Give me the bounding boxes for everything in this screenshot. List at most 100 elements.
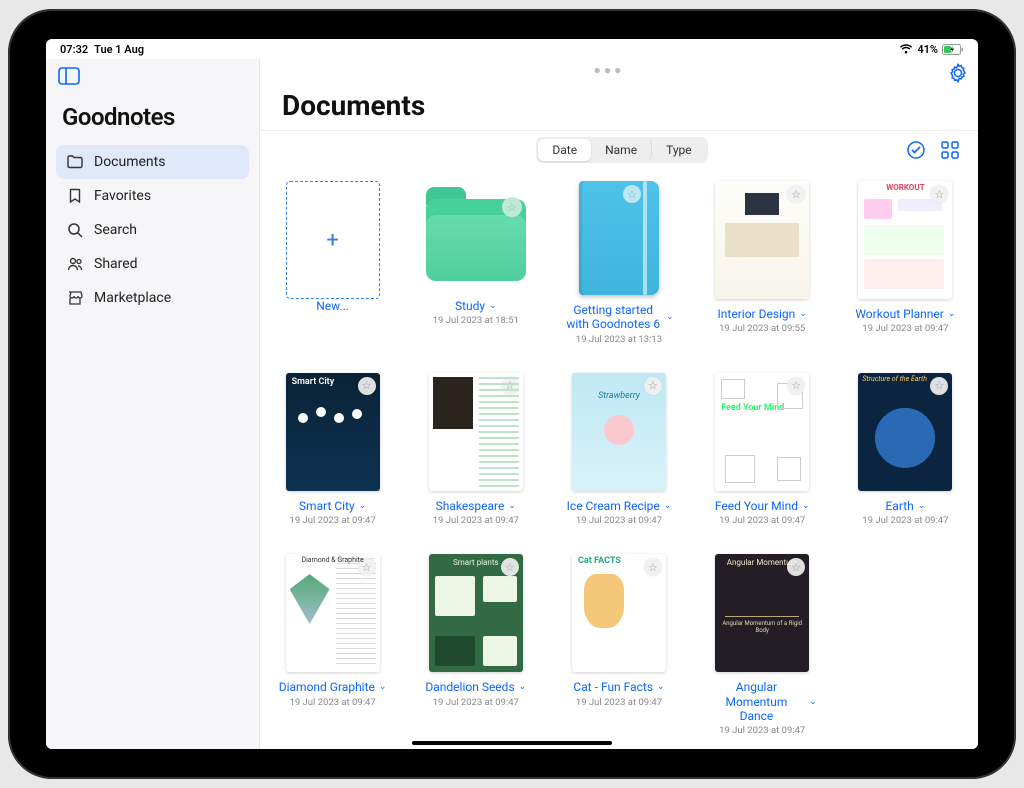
chevron-down-icon[interactable]: ⌄ [666,312,674,322]
document-title: Dandelion Seeds [425,680,514,694]
document-item[interactable]: ☆Cat - Fun Facts⌄19 Jul 2023 at 09:47 [564,554,673,736]
star-icon[interactable]: ☆ [787,377,805,395]
document-item[interactable]: ☆ Diamond Graphite ⌄19 Jul 2023 at 09:47 [278,554,387,736]
status-date: Tue 1 Aug [94,43,144,56]
document-thumbnail: ☆ [429,373,523,491]
bookmark-icon [66,187,84,205]
document-item[interactable]: ☆Angular Momentum Dance⌄19 Jul 2023 at 0… [708,554,817,736]
chevron-down-icon[interactable]: ⌄ [489,301,497,311]
ipad-frame: 07:32 Tue 1 Aug 41% Goodn [8,9,1016,779]
chevron-down-icon[interactable]: ⌄ [799,309,807,319]
document-item[interactable]: ☆Ice Cream Recipe⌄19 Jul 2023 at 09:47 [564,373,673,526]
document-date: 19 Jul 2023 at 09:55 [719,323,805,334]
chevron-down-icon[interactable]: ⌄ [802,501,810,511]
document-item[interactable]: ☆Feed Your Mind⌄19 Jul 2023 at 09:47 [708,373,817,526]
new-document-button[interactable]: +New... [278,181,387,345]
star-icon[interactable]: ☆ [644,377,662,395]
document-thumbnail: ☆ [715,181,809,299]
star-icon[interactable]: ☆ [358,377,376,395]
document-date: 19 Jul 2023 at 09:47 [433,515,519,526]
app-title: Goodnotes [56,99,249,145]
document-item[interactable]: ☆ Shakespeare⌄ 19 Jul 2023 at 09:47 [421,373,530,526]
chevron-down-icon[interactable]: ⌄ [508,501,516,511]
star-icon[interactable]: ☆ [501,558,519,576]
sidebar-item-label: Favorites [94,188,151,204]
document-date: 19 Jul 2023 at 09:47 [433,697,519,708]
document-item[interactable]: ☆ Earth ⌄ 19 Jul 2023 at 09:47 [851,373,960,526]
sort-tab-type[interactable]: Type [652,139,706,161]
document-date: 19 Jul 2023 at 09:47 [719,725,805,736]
home-indicator[interactable] [412,741,612,745]
settings-button[interactable] [948,63,968,87]
notebook-thumbnail: ☆ [579,181,659,295]
sidebar-item-label: Shared [94,256,138,272]
battery-percent: 41% [917,43,938,56]
chevron-down-icon[interactable]: ⌄ [359,501,367,511]
document-title: Workout Planner [855,307,944,321]
star-icon[interactable]: ☆ [787,558,805,576]
document-date: 19 Jul 2023 at 09:47 [576,697,662,708]
storefront-icon [66,289,84,307]
battery-icon [942,44,964,55]
star-icon[interactable]: ☆ [930,377,948,395]
star-icon[interactable]: ☆ [787,185,805,203]
document-date: 19 Jul 2023 at 09:47 [862,515,948,526]
document-thumbnail: ☆ [572,373,666,491]
star-icon[interactable]: ☆ [502,197,522,217]
sidebar-item-marketplace[interactable]: Marketplace [56,281,249,315]
document-item[interactable]: ☆ Workout Planner ⌄19 Jul 2023 at 09:47 [851,181,960,345]
star-icon[interactable]: ☆ [930,185,948,203]
chevron-down-icon[interactable]: ⌄ [657,682,665,692]
document-item[interactable]: ☆ Getting started with Goodnotes 6 ⌄ 19 Jul… [564,181,673,345]
document-thumbnail: ☆ [286,554,380,672]
document-item[interactable]: ☆ Smart City ⌄ 19 Jul 2023 at 09:47 [278,373,387,526]
status-bar: 07:32 Tue 1 Aug 41% [46,39,978,59]
document-item[interactable]: ☆ Dandelion Seeds ⌄19 Jul 2023 at 09:47 [421,554,530,736]
chevron-down-icon[interactable]: ⌄ [519,682,527,692]
sort-segmented[interactable]: DateNameType [536,137,707,163]
sort-tab-date[interactable]: Date [538,139,591,161]
star-icon[interactable]: ☆ [358,558,376,576]
grid-view-button[interactable] [940,140,960,160]
document-date: 19 Jul 2023 at 09:47 [576,515,662,526]
document-title: Smart City [299,499,355,513]
document-title: Shakespeare [436,499,505,513]
document-thumbnail: ☆ [715,554,809,672]
chevron-down-icon[interactable]: ⌄ [948,309,956,319]
document-title: Getting started with Goodnotes 6 [564,303,662,332]
sidebar-item-documents[interactable]: Documents [56,145,249,179]
document-thumbnail: ☆ [858,373,952,491]
sidebar-item-shared[interactable]: Shared [56,247,249,281]
document-date: 19 Jul 2023 at 09:47 [290,697,376,708]
wifi-icon [899,44,913,54]
chevron-down-icon[interactable]: ⌄ [809,697,817,707]
folder-icon [66,153,84,171]
multitask-dots-icon[interactable]: ●●● [594,63,625,87]
toolbar: DateNameType [260,130,978,169]
sidebar-toggle-icon[interactable] [58,70,80,89]
chevron-down-icon[interactable]: ⌄ [918,501,926,511]
document-date: 19 Jul 2023 at 09:47 [862,323,948,334]
document-thumbnail: ☆ [572,554,666,672]
star-icon[interactable]: ☆ [644,558,662,576]
people-icon [66,255,84,273]
star-icon[interactable]: ☆ [623,185,641,203]
document-item[interactable]: ☆Interior Design⌄19 Jul 2023 at 09:55 [708,181,817,345]
folder-thumbnail: ☆ [426,199,526,281]
document-date: 19 Jul 2023 at 09:47 [290,515,376,526]
document-thumbnail: ☆ [429,554,523,672]
sidebar-item-search[interactable]: Search [56,213,249,247]
select-button[interactable] [906,140,926,160]
status-time: 07:32 [60,43,88,56]
sidebar-item-favorites[interactable]: Favorites [56,179,249,213]
document-title: Earth [885,499,913,513]
document-date: 19 Jul 2023 at 13:13 [576,334,662,345]
document-title: Diamond Graphite [279,680,375,694]
star-icon[interactable]: ☆ [501,377,519,395]
sort-tab-name[interactable]: Name [591,139,652,161]
document-thumbnail: ☆ [715,373,809,491]
document-item[interactable]: ☆Study⌄19 Jul 2023 at 18:51 [421,181,530,345]
chevron-down-icon[interactable]: ⌄ [664,501,672,511]
documents-grid: +New...☆Study⌄19 Jul 2023 at 18:51☆Getti… [260,169,978,749]
chevron-down-icon[interactable]: ⌄ [379,682,387,692]
